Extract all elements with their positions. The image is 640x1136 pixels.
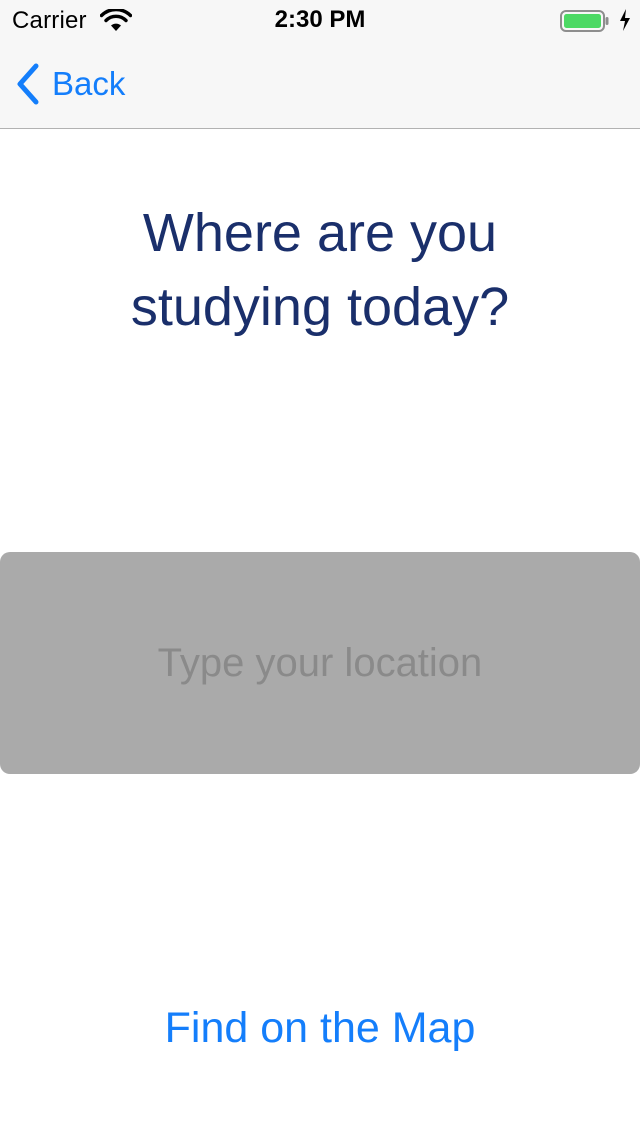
navigation-bar: Back: [0, 40, 640, 129]
back-label: Back: [52, 65, 126, 102]
status-time: 2:30 PM: [274, 6, 366, 33]
app-screen: Carrier 2:30 PM Back Where are you study…: [0, 0, 640, 1136]
back-button[interactable]: Back: [14, 62, 125, 106]
battery-icon: [560, 10, 609, 32]
chevron-left-icon: [17, 63, 39, 105]
location-input[interactable]: [0, 552, 640, 774]
page-title: Where are you studying today?: [130, 203, 510, 337]
charging-bolt-icon: [620, 9, 630, 31]
find-on-map-button[interactable]: Find on the Map: [0, 1004, 640, 1053]
status-bar: Carrier 2:30 PM: [0, 0, 640, 40]
